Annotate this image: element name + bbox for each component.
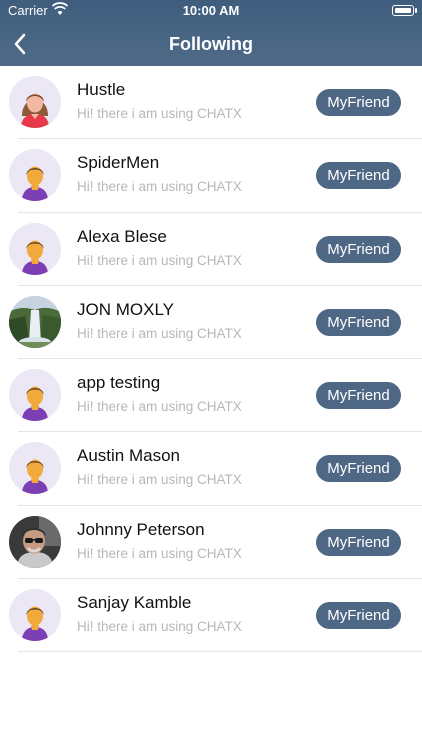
person-photo-icon (9, 515, 61, 568)
male-avatar-icon (9, 222, 61, 275)
male-avatar-icon (9, 149, 61, 202)
waterfall-photo-icon (9, 295, 61, 348)
friend-name: Austin Mason (77, 446, 180, 466)
friend-name: Hustle (77, 80, 126, 99)
list-item[interactable]: JON MOXLY Hi! there i am using CHATX MyF… (0, 286, 422, 360)
nav-bar: Following (0, 22, 422, 66)
myfriend-button[interactable]: MyFriend (316, 235, 401, 263)
app-header: Carrier 10:00 AM Following (0, 0, 422, 66)
list-item[interactable]: Austin Mason Hi! there i am using CHATX … (0, 432, 422, 506)
myfriend-button[interactable]: MyFriend (316, 162, 401, 190)
myfriend-button[interactable]: MyFriend (316, 308, 401, 336)
male-avatar-icon (9, 589, 61, 642)
myfriend-button[interactable]: MyFriend (316, 528, 401, 556)
friend-name: SpiderMen (77, 153, 160, 173)
male-avatar-icon (9, 369, 61, 422)
friend-status: Hi! there i am using CHATX (77, 545, 242, 561)
friend-name: JON MOXLY (77, 299, 174, 319)
friend-status: Hi! there i am using CHATX (77, 399, 242, 415)
friend-status: Hi! there i am using CHATX (77, 179, 242, 195)
male-avatar-icon (9, 442, 61, 495)
status-bar: Carrier 10:00 AM (0, 0, 422, 22)
friend-status: Hi! there i am using CHATX (77, 472, 242, 488)
friend-name: Sanjay Kamble (77, 593, 192, 613)
list-item[interactable]: Hustle Hi! there i am using CHATX MyFrie… (0, 66, 422, 140)
friend-status: Hi! there i am using CHATX (77, 325, 242, 341)
friend-status: Hi! there i am using CHATX (77, 252, 242, 268)
list-item[interactable]: Sanjay Kamble Hi! there i am using CHATX… (0, 579, 422, 653)
list-item[interactable]: Alexa Blese Hi! there i am using CHATX M… (0, 213, 422, 286)
row-divider (18, 651, 422, 653)
list-item[interactable]: Johnny Peterson Hi! there i am using CHA… (0, 506, 422, 580)
friend-name: Alexa Blese (77, 226, 167, 246)
battery-cap (415, 8, 417, 13)
friend-name: Johnny Peterson (77, 519, 205, 539)
female-avatar-icon (9, 76, 61, 128)
friend-status: Hi! there i am using CHATX (77, 106, 242, 121)
page-title: Following (169, 34, 253, 54)
battery-icon (392, 5, 414, 16)
myfriend-button[interactable]: MyFriend (316, 382, 401, 410)
myfriend-button[interactable]: MyFriend (316, 455, 401, 483)
myfriend-button[interactable]: MyFriend (316, 89, 401, 116)
list-item[interactable]: app testing Hi! there i am using CHATX M… (0, 359, 422, 433)
friend-name: app testing (77, 373, 161, 393)
list-item[interactable]: SpiderMen Hi! there i am using CHATX MyF… (0, 139, 422, 213)
following-list: Hustle Hi! there i am using CHATX MyFrie… (0, 66, 422, 653)
friend-status: Hi! there i am using CHATX (77, 619, 242, 635)
status-time: 10:00 AM (182, 3, 240, 18)
myfriend-button[interactable]: MyFriend (316, 602, 401, 630)
